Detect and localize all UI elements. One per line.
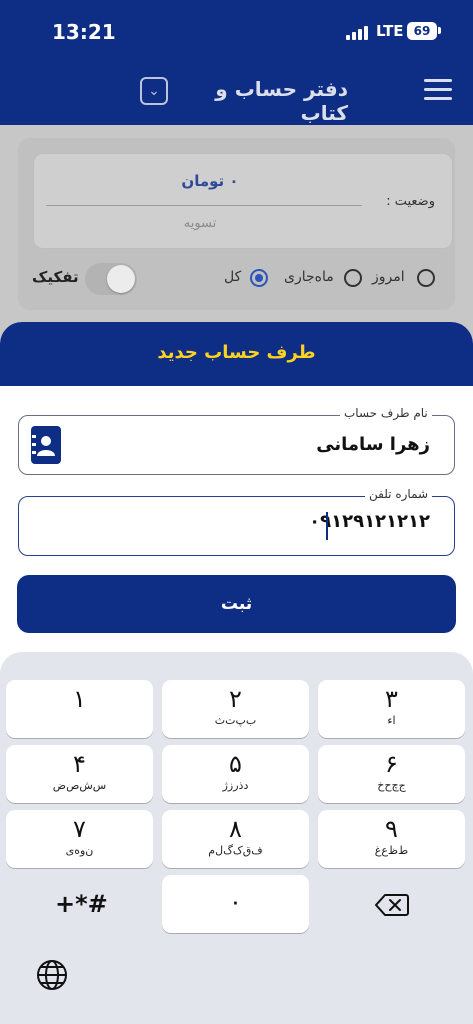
split-toggle-knob <box>107 265 135 293</box>
radio-all-label: کل <box>224 269 242 285</box>
symbols-key[interactable]: +*# <box>55 890 108 918</box>
key-4-letters: س‌ش‌ص‌ض <box>52 779 107 792</box>
radio-today-label: امروز <box>372 269 405 285</box>
key-0-digit: ۰ <box>229 888 242 916</box>
radio-this-month-label: ماه‌جاری <box>284 269 334 285</box>
key-5-digit: ۵ <box>229 750 242 778</box>
key-9[interactable]: ۹ ط‌ظ‌ع‌غ <box>318 810 465 868</box>
hamburger-menu-icon[interactable] <box>424 79 452 101</box>
battery-nub <box>438 27 441 34</box>
key-6-digit: ۶ <box>385 750 398 778</box>
key-3-letters: ا‌ء <box>387 714 396 727</box>
key-7-digit: ۷ <box>73 815 86 843</box>
text-caret <box>326 512 328 540</box>
key-6-letters: ج‌چ‌ح‌خ <box>377 779 406 792</box>
signal-icon <box>346 26 370 40</box>
radio-this-month[interactable] <box>344 269 362 287</box>
split-label: تفکیک <box>32 268 79 286</box>
key-1-digit: ۱ <box>73 685 86 713</box>
key-9-letters: ط‌ظ‌ع‌غ <box>374 844 409 857</box>
submit-button[interactable]: ثبت <box>17 575 456 633</box>
key-5-letters: د‌ذ‌ر‌ز‌ژ <box>222 779 249 792</box>
divider <box>46 205 362 206</box>
key-6[interactable]: ۶ ج‌چ‌ح‌خ <box>318 745 465 803</box>
balance-amount: ۰ تومان <box>181 172 239 190</box>
status-label: وضعیت : <box>386 194 435 209</box>
phone-value: ۰۹۱۲۹۱۲۱۲۱۲ <box>309 511 430 532</box>
backspace-icon[interactable] <box>375 893 409 917</box>
status-value: تسویه <box>183 216 217 231</box>
key-3-digit: ۳ <box>385 685 398 713</box>
key-1[interactable]: ۱ <box>6 680 153 738</box>
key-8[interactable]: ۸ ف‌ق‌ک‌گ‌ل‌م <box>162 810 309 868</box>
account-name-label: نام طرف حساب <box>340 406 432 420</box>
key-8-digit: ۸ <box>229 815 242 843</box>
globe-icon[interactable] <box>35 958 69 992</box>
status-time: 13:21 <box>52 20 116 44</box>
key-7-letters: ن‌و‌ه‌ی <box>65 844 94 857</box>
key-7[interactable]: ۷ ن‌و‌ه‌ی <box>6 810 153 868</box>
phone-label: شماره تلفن <box>365 487 433 501</box>
key-4[interactable]: ۴ س‌ش‌ص‌ض <box>6 745 153 803</box>
chevron-down-icon[interactable]: ⌄ <box>140 77 168 105</box>
key-8-letters: ف‌ق‌ک‌گ‌ل‌م <box>208 844 263 857</box>
sheet-title: طرف حساب جدید <box>157 342 316 363</box>
contact-book-icon[interactable] <box>31 426 61 464</box>
account-name-value: زهرا سامانی <box>316 434 430 455</box>
radio-today[interactable] <box>417 269 435 287</box>
key-3[interactable]: ۳ ا‌ء <box>318 680 465 738</box>
key-2-digit: ۲ <box>229 685 242 713</box>
key-2[interactable]: ۲ ب‌پ‌ت‌ث <box>162 680 309 738</box>
key-5[interactable]: ۵ د‌ذ‌ر‌ز‌ژ <box>162 745 309 803</box>
key-2-letters: ب‌پ‌ت‌ث <box>214 714 257 727</box>
key-4-digit: ۴ <box>73 750 86 778</box>
key-9-digit: ۹ <box>385 815 398 843</box>
battery-icon: 69 <box>407 22 437 40</box>
radio-all[interactable] <box>250 269 268 287</box>
page-title: دفتر حساب و کتاب <box>215 77 348 125</box>
network-label: LTE <box>376 22 404 40</box>
key-0[interactable]: ۰ <box>162 875 309 933</box>
